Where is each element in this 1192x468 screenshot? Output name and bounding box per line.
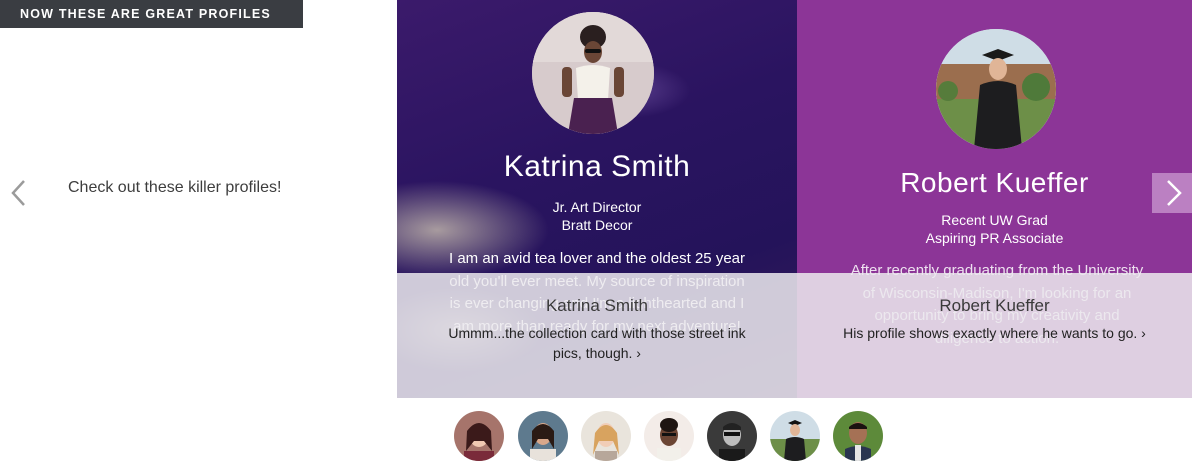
chevron-right-icon xyxy=(1167,180,1182,206)
avatar xyxy=(936,29,1056,149)
profile-thumb[interactable] xyxy=(454,411,504,461)
caption-link[interactable]: His profile shows exactly where he wants… xyxy=(837,323,1152,343)
chevron-left-icon xyxy=(11,180,25,206)
profile-company: Bratt Decor xyxy=(561,217,633,233)
section-banner: NOW THESE ARE GREAT PROFILES xyxy=(0,0,303,28)
caption-name: Katrina Smith xyxy=(545,296,649,315)
profile-thumb[interactable] xyxy=(770,411,820,461)
profile-role: Jr. Art Director Bratt Decor xyxy=(397,198,797,234)
profile-thumb[interactable] xyxy=(518,411,568,461)
card-caption-katrina[interactable]: Katrina Smith Ummm...the collection card… xyxy=(397,273,797,398)
previous-button[interactable] xyxy=(8,176,30,210)
profile-title: Jr. Art Director xyxy=(552,199,642,215)
profile-thumb[interactable] xyxy=(644,411,694,461)
profile-thumb[interactable] xyxy=(707,411,757,461)
card-caption-robert[interactable]: Robert Kueffer His profile shows exactly… xyxy=(797,273,1192,398)
profile-thumb[interactable] xyxy=(581,411,631,461)
caption-name: Robert Kueffer xyxy=(939,296,1050,315)
profile-role: Recent UW Grad Aspiring PR Associate xyxy=(797,211,1192,247)
next-button[interactable] xyxy=(1152,173,1192,213)
profile-company: Aspiring PR Associate xyxy=(925,230,1064,246)
profile-name: Robert Kueffer xyxy=(900,167,1089,198)
avatar xyxy=(532,12,654,134)
intro-text: Check out these killer profiles! xyxy=(68,179,282,196)
profile-title: Recent UW Grad xyxy=(941,212,1048,228)
caption-link[interactable]: Ummm...the collection card with those st… xyxy=(437,323,757,363)
profile-thumb[interactable] xyxy=(833,411,883,461)
profile-name: Katrina Smith xyxy=(503,150,691,183)
